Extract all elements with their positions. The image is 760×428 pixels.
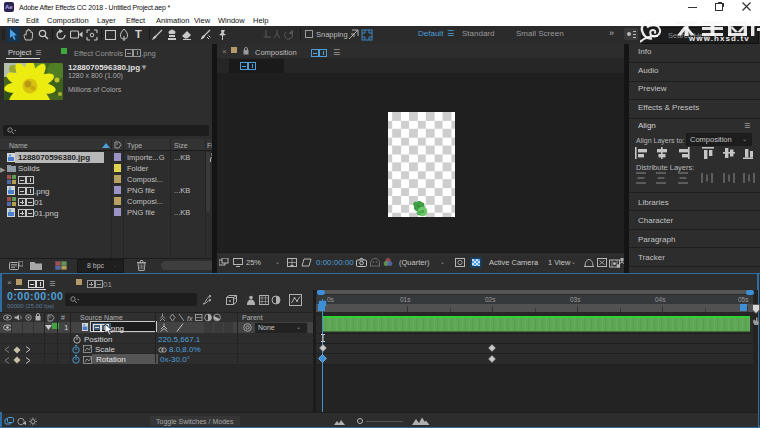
svg-text:fx: fx xyxy=(187,315,193,322)
